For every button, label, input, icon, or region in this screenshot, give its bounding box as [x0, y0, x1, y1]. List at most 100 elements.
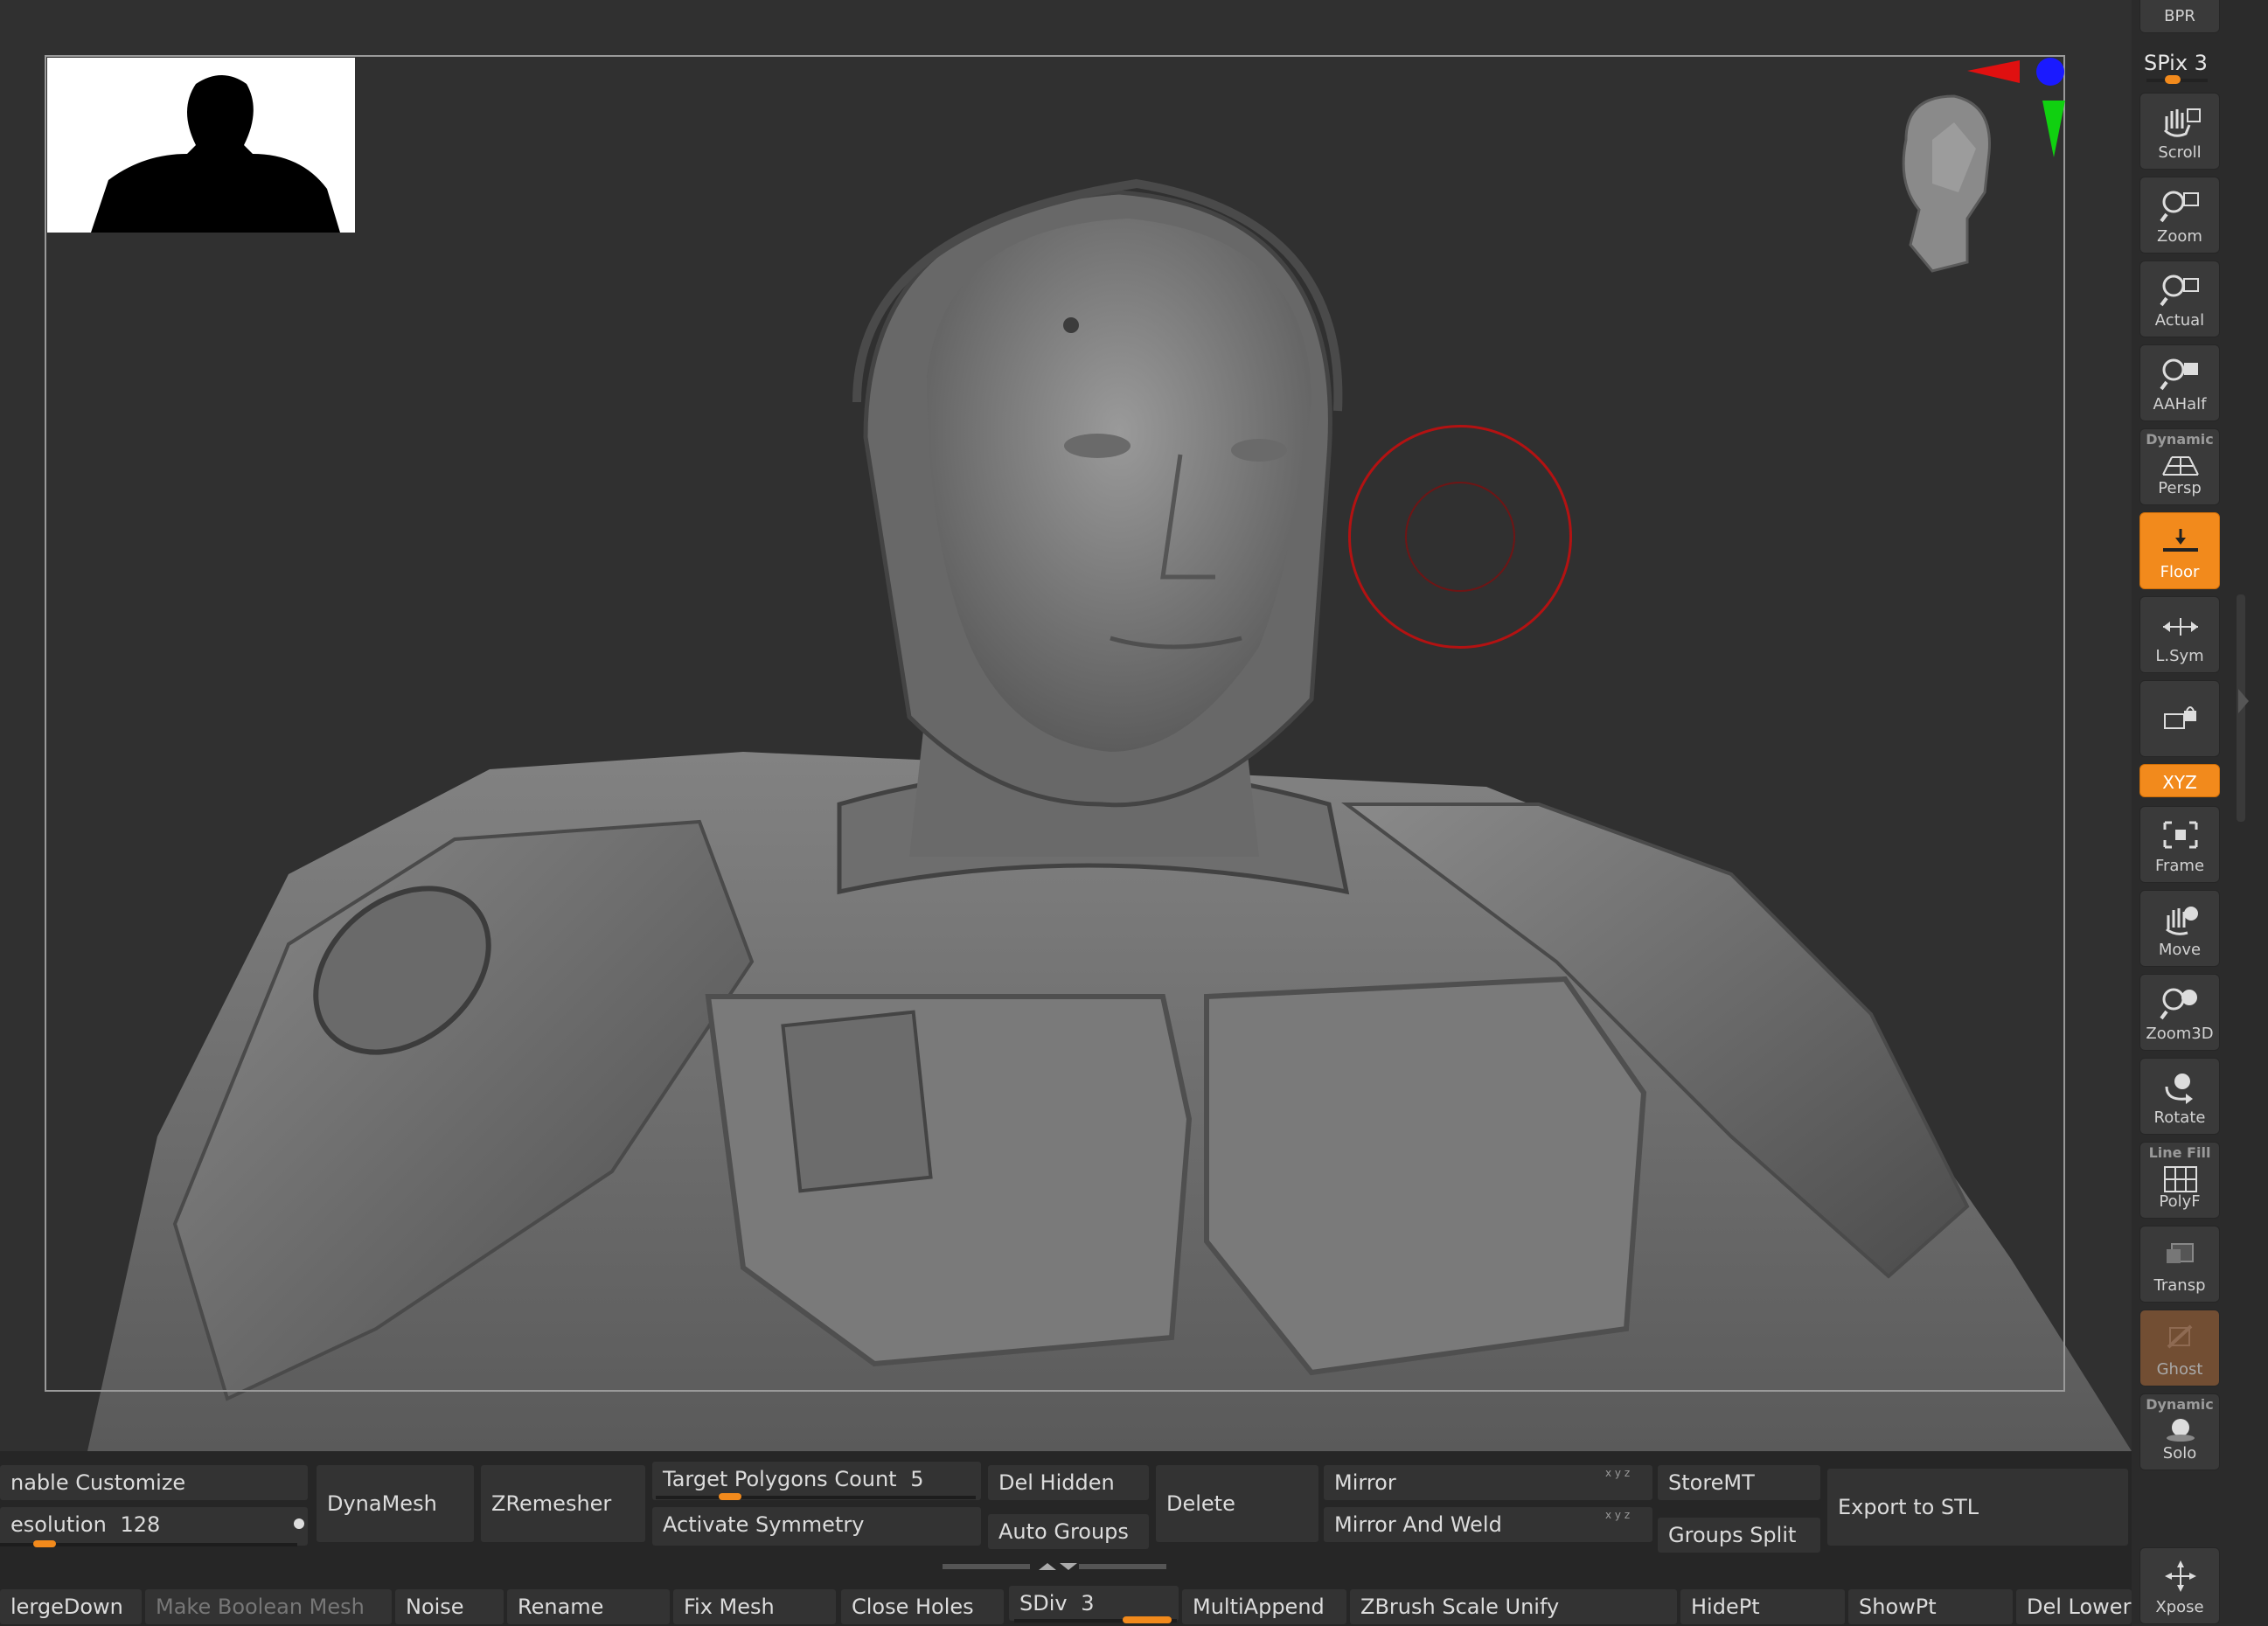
xpose-icon — [2165, 1560, 2196, 1592]
move-hand-icon — [2166, 907, 2198, 935]
target-polygons-slider[interactable]: Target Polygons Count 5 — [652, 1462, 981, 1500]
transp-label: Transp — [2153, 1276, 2206, 1295]
storemt-button[interactable]: StoreMT — [1658, 1465, 1820, 1500]
zremesher-button[interactable]: ZRemesher — [481, 1465, 645, 1542]
dynamesh-button[interactable]: DynaMesh — [317, 1465, 474, 1542]
noise-button[interactable]: Noise — [395, 1589, 504, 1624]
rotate-button[interactable]: Rotate — [2139, 1058, 2220, 1135]
actual-button[interactable]: Actual — [2139, 261, 2220, 337]
sdiv-knob[interactable] — [1123, 1616, 1172, 1623]
mirror-and-weld-label: Mirror And Weld — [1334, 1512, 1502, 1537]
multiappend-button[interactable]: MultiAppend — [1182, 1589, 1346, 1624]
polyf-button[interactable]: Line Fill PolyF — [2139, 1142, 2220, 1219]
ghost-icon — [2167, 1324, 2193, 1349]
showpt-button[interactable]: ShowPt — [1848, 1589, 2013, 1624]
rename-label: Rename — [518, 1595, 604, 1619]
zoom-button[interactable]: Zoom — [2139, 177, 2220, 254]
hidept-button[interactable]: HidePt — [1680, 1589, 1845, 1624]
target-polygons-value: 5 — [910, 1467, 924, 1491]
persp-label: Persp — [2158, 479, 2202, 497]
del-hidden-label: Del Hidden — [998, 1470, 1115, 1495]
xpose-label: Xpose — [2155, 1598, 2204, 1616]
rotate-icon — [2165, 1074, 2193, 1104]
zbrush-scale-unify-button[interactable]: ZBrush Scale Unify — [1350, 1589, 1677, 1624]
multiappend-label: MultiAppend — [1193, 1595, 1325, 1619]
delete-button[interactable]: Delete — [1156, 1465, 1318, 1542]
zbrush-scale-unify-label: ZBrush Scale Unify — [1360, 1595, 1560, 1619]
aahalf-button[interactable]: AAHalf — [2139, 344, 2220, 421]
merge-down-button[interactable]: lergeDown — [0, 1589, 142, 1624]
ghost-label: Ghost — [2156, 1360, 2203, 1379]
del-hidden-button[interactable]: Del Hidden — [988, 1465, 1149, 1500]
del-lower-label: Del Lower — [2027, 1595, 2132, 1619]
bpr-render-button[interactable]: BPR — [2139, 0, 2220, 33]
transp-button[interactable]: Transp — [2139, 1226, 2220, 1303]
floor-icon — [2163, 529, 2198, 552]
right-shelf-collapse-arrow[interactable] — [2238, 689, 2249, 713]
del-lower-button[interactable]: Del Lower — [2016, 1589, 2132, 1624]
auto-groups-button[interactable]: Auto Groups — [988, 1514, 1149, 1549]
solo-dynamic-label: Dynamic — [2146, 1396, 2214, 1413]
lock-camera-button[interactable] — [2139, 680, 2220, 757]
export-to-stl-button[interactable]: Export to STL — [1827, 1469, 2128, 1546]
polyf-linefill-label: Line Fill — [2148, 1144, 2211, 1161]
merge-down-label: lergeDown — [10, 1595, 123, 1619]
mirror-axis-marks: x y z — [1605, 1467, 1631, 1479]
solo-icon — [2167, 1419, 2195, 1442]
move-label: Move — [2158, 941, 2202, 959]
resolution-knob[interactable] — [33, 1540, 56, 1547]
frame-icon — [2163, 821, 2198, 849]
groups-split-label: Groups Split — [1668, 1523, 1797, 1547]
axis-gizmo-icon[interactable] — [1958, 48, 2072, 162]
scroll-button[interactable]: Scroll — [2139, 93, 2220, 170]
move-button[interactable]: Move — [2139, 890, 2220, 967]
auto-groups-label: Auto Groups — [998, 1519, 1129, 1544]
resolution-label: esolution — [10, 1512, 107, 1537]
resolution-value: 128 — [120, 1512, 161, 1537]
lsym-button[interactable]: L.Sym — [2139, 596, 2220, 673]
lock-camera-icon — [2164, 706, 2196, 729]
mirror-and-weld-button[interactable]: Mirror And Weld — [1324, 1507, 1652, 1542]
fix-mesh-button[interactable]: Fix Mesh — [673, 1589, 836, 1624]
solo-label: Solo — [2162, 1444, 2197, 1463]
panel-resize-handle[interactable] — [943, 1561, 1166, 1572]
frame-button[interactable]: Frame — [2139, 806, 2220, 883]
ghost-button[interactable]: Ghost — [2139, 1310, 2220, 1386]
zoom3d-button[interactable]: Zoom3D — [2139, 974, 2220, 1051]
rename-button[interactable]: Rename — [507, 1589, 670, 1624]
mirror-button[interactable]: Mirror — [1324, 1465, 1652, 1500]
enable-customize-button[interactable]: nable Customize — [0, 1465, 308, 1500]
bpr-label: BPR — [2164, 7, 2195, 25]
sdiv-value: 3 — [1081, 1591, 1095, 1616]
aahalf-icon — [2160, 358, 2198, 391]
close-holes-button[interactable]: Close Holes — [841, 1589, 1004, 1624]
xyz-button[interactable]: XYZ — [2139, 764, 2220, 797]
viewport-canvas[interactable] — [0, 0, 2132, 1451]
persp-button[interactable]: Dynamic Persp — [2139, 428, 2220, 505]
xpose-button[interactable]: Xpose — [2139, 1547, 2220, 1624]
polyf-label: PolyF — [2159, 1192, 2201, 1211]
actual-size-icon — [2160, 274, 2199, 307]
perspective-grid-icon — [2162, 456, 2199, 476]
spix-slider-knob[interactable] — [2165, 75, 2181, 84]
storemt-label: StoreMT — [1668, 1470, 1755, 1495]
target-polygons-knob[interactable] — [719, 1493, 741, 1500]
document-frame — [45, 55, 2065, 1392]
hand-scroll-icon — [2163, 108, 2201, 137]
zoom3d-icon — [2160, 988, 2197, 1020]
hidept-label: HidePt — [1691, 1595, 1760, 1619]
solo-button[interactable]: Dynamic Solo — [2139, 1393, 2220, 1470]
floor-button[interactable]: Floor — [2139, 512, 2220, 589]
make-boolean-mesh-button[interactable]: Make Boolean Mesh — [145, 1589, 392, 1624]
activate-symmetry-button[interactable]: Activate Symmetry — [652, 1507, 981, 1546]
groups-split-button[interactable]: Groups Split — [1658, 1518, 1820, 1553]
target-polygons-track[interactable] — [656, 1496, 976, 1499]
sdiv-slider[interactable]: SDiv 3 — [1009, 1586, 1179, 1621]
actual-label: Actual — [2154, 311, 2205, 330]
spix-slider-label[interactable]: SPix 3 — [2144, 51, 2208, 75]
delete-label: Delete — [1166, 1491, 1235, 1516]
enable-customize-label: nable Customize — [10, 1470, 186, 1495]
frame-label: Frame — [2154, 857, 2205, 875]
floor-label: Floor — [2160, 563, 2200, 581]
mirror-weld-axis-marks: x y z — [1605, 1509, 1631, 1521]
